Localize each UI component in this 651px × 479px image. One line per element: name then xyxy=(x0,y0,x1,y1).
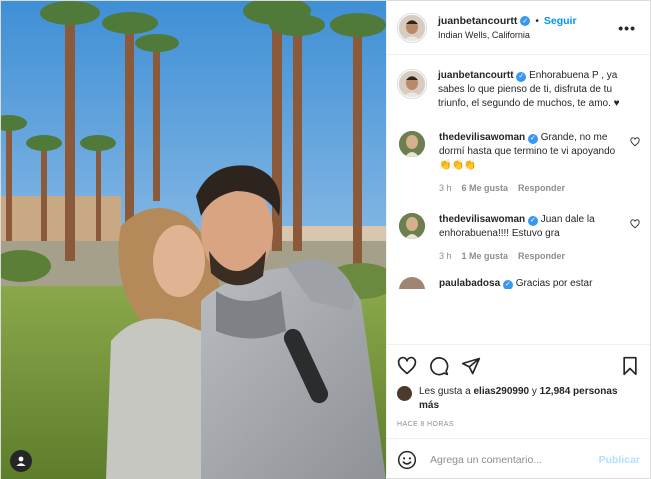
bookmark-icon[interactable] xyxy=(620,356,640,376)
separator-dot: • xyxy=(535,15,539,27)
likes-summary: Les gusta a elias290990 y 12,984 persona… xyxy=(397,385,640,413)
instagram-post: juanbetancourtt ✓ • Seguir Indian Wells,… xyxy=(0,0,651,479)
heart-icon[interactable] xyxy=(397,356,417,376)
comments-list[interactable]: juanbetancourtt ✓ Enhorabuena P , ya sab… xyxy=(387,55,650,344)
person-icon xyxy=(16,456,26,466)
tagged-users-button[interactable] xyxy=(10,450,32,472)
emoji-icon[interactable] xyxy=(397,450,417,470)
liker-avatar[interactable] xyxy=(397,386,412,401)
post-location[interactable]: Indian Wells, California xyxy=(438,30,614,40)
paper-plane-icon[interactable] xyxy=(461,356,481,376)
comment-likes[interactable]: 1 Me gusta xyxy=(462,251,509,261)
post-time-ago[interactable]: HACE 8 HORAS xyxy=(397,421,640,428)
comment-username[interactable]: thedevilisawoman xyxy=(439,214,525,225)
liker-username[interactable]: elias290990 xyxy=(473,386,529,397)
author-username[interactable]: juanbetancourtt xyxy=(438,15,517,27)
comment-text: Gracias por estar xyxy=(515,278,593,289)
comment-item: thedevilisawoman ✓ Grande, no me dormí h… xyxy=(397,131,640,193)
post-caption: juanbetancourtt ✓ Enhorabuena P , ya sab… xyxy=(397,69,640,111)
caption-username[interactable]: juanbetancourtt xyxy=(438,70,514,81)
comment-heart-icon[interactable] xyxy=(630,219,640,229)
publish-button[interactable]: Publicar xyxy=(599,454,640,466)
verified-badge-icon: ✓ xyxy=(527,134,538,144)
comment-item: thedevilisawoman ✓ Juan dale la enhorabu… xyxy=(397,213,640,261)
add-comment-bar: Publicar xyxy=(387,438,650,479)
photo-image xyxy=(1,1,386,479)
caption-avatar-ring[interactable] xyxy=(397,69,427,99)
author-avatar[interactable] xyxy=(399,14,425,41)
reply-button[interactable]: Responder xyxy=(518,183,565,193)
verified-badge-icon: ✓ xyxy=(520,16,531,26)
reply-button[interactable]: Responder xyxy=(518,251,565,261)
commenter-avatar[interactable] xyxy=(399,213,425,239)
likes-mid: y xyxy=(529,386,540,397)
comment-icon[interactable] xyxy=(429,356,449,376)
comment-heart-icon[interactable] xyxy=(630,137,640,147)
follow-button[interactable]: Seguir xyxy=(544,15,577,27)
post-side-panel: juanbetancourtt ✓ • Seguir Indian Wells,… xyxy=(386,1,650,479)
post-header: juanbetancourtt ✓ • Seguir Indian Wells,… xyxy=(387,1,650,55)
commenter-avatar[interactable] xyxy=(399,131,425,157)
comment-time[interactable]: 3 h xyxy=(439,183,452,193)
comment-time[interactable]: 3 h xyxy=(439,251,452,261)
verified-badge-icon: ✓ xyxy=(516,72,527,82)
verified-badge-icon: ✓ xyxy=(502,280,513,289)
more-horizontal-icon[interactable]: ••• xyxy=(614,20,640,36)
author-avatar-ring[interactable] xyxy=(397,12,427,43)
likes-prefix: Les gusta a xyxy=(419,386,474,397)
comment-username[interactable]: thedevilisawoman xyxy=(439,132,525,143)
post-photo[interactable] xyxy=(1,1,386,479)
comment-item-partial: paulabadosa ✓ Gracias por estar xyxy=(397,277,640,289)
comment-username[interactable]: paulabadosa xyxy=(439,278,500,289)
comment-input[interactable] xyxy=(430,453,599,466)
caption-avatar[interactable] xyxy=(399,71,425,97)
verified-badge-icon: ✓ xyxy=(527,216,538,226)
commenter-avatar[interactable] xyxy=(399,277,425,289)
post-actions: Les gusta a elias290990 y 12,984 persona… xyxy=(387,344,650,438)
comment-likes[interactable]: 6 Me gusta xyxy=(462,183,509,193)
